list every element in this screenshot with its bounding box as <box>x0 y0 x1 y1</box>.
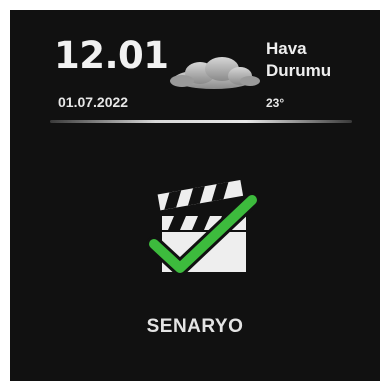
device-screen: 12.01 01.07.2022 Hava Durumu 23° SENARYO <box>10 10 380 381</box>
weather-label[interactable]: Hava Durumu <box>266 38 331 82</box>
cloud-icon <box>170 57 260 89</box>
clapperboard-check-icon[interactable] <box>140 180 270 280</box>
app-label[interactable]: SENARYO <box>10 316 380 338</box>
weather-label-line2: Durumu <box>266 61 332 80</box>
temperature-value: 23° <box>266 96 285 110</box>
header-divider <box>50 120 352 123</box>
clock-time: 12.01 <box>54 34 169 77</box>
clock-date: 01.07.2022 <box>58 94 129 110</box>
weather-label-line1: Hava <box>266 39 307 58</box>
